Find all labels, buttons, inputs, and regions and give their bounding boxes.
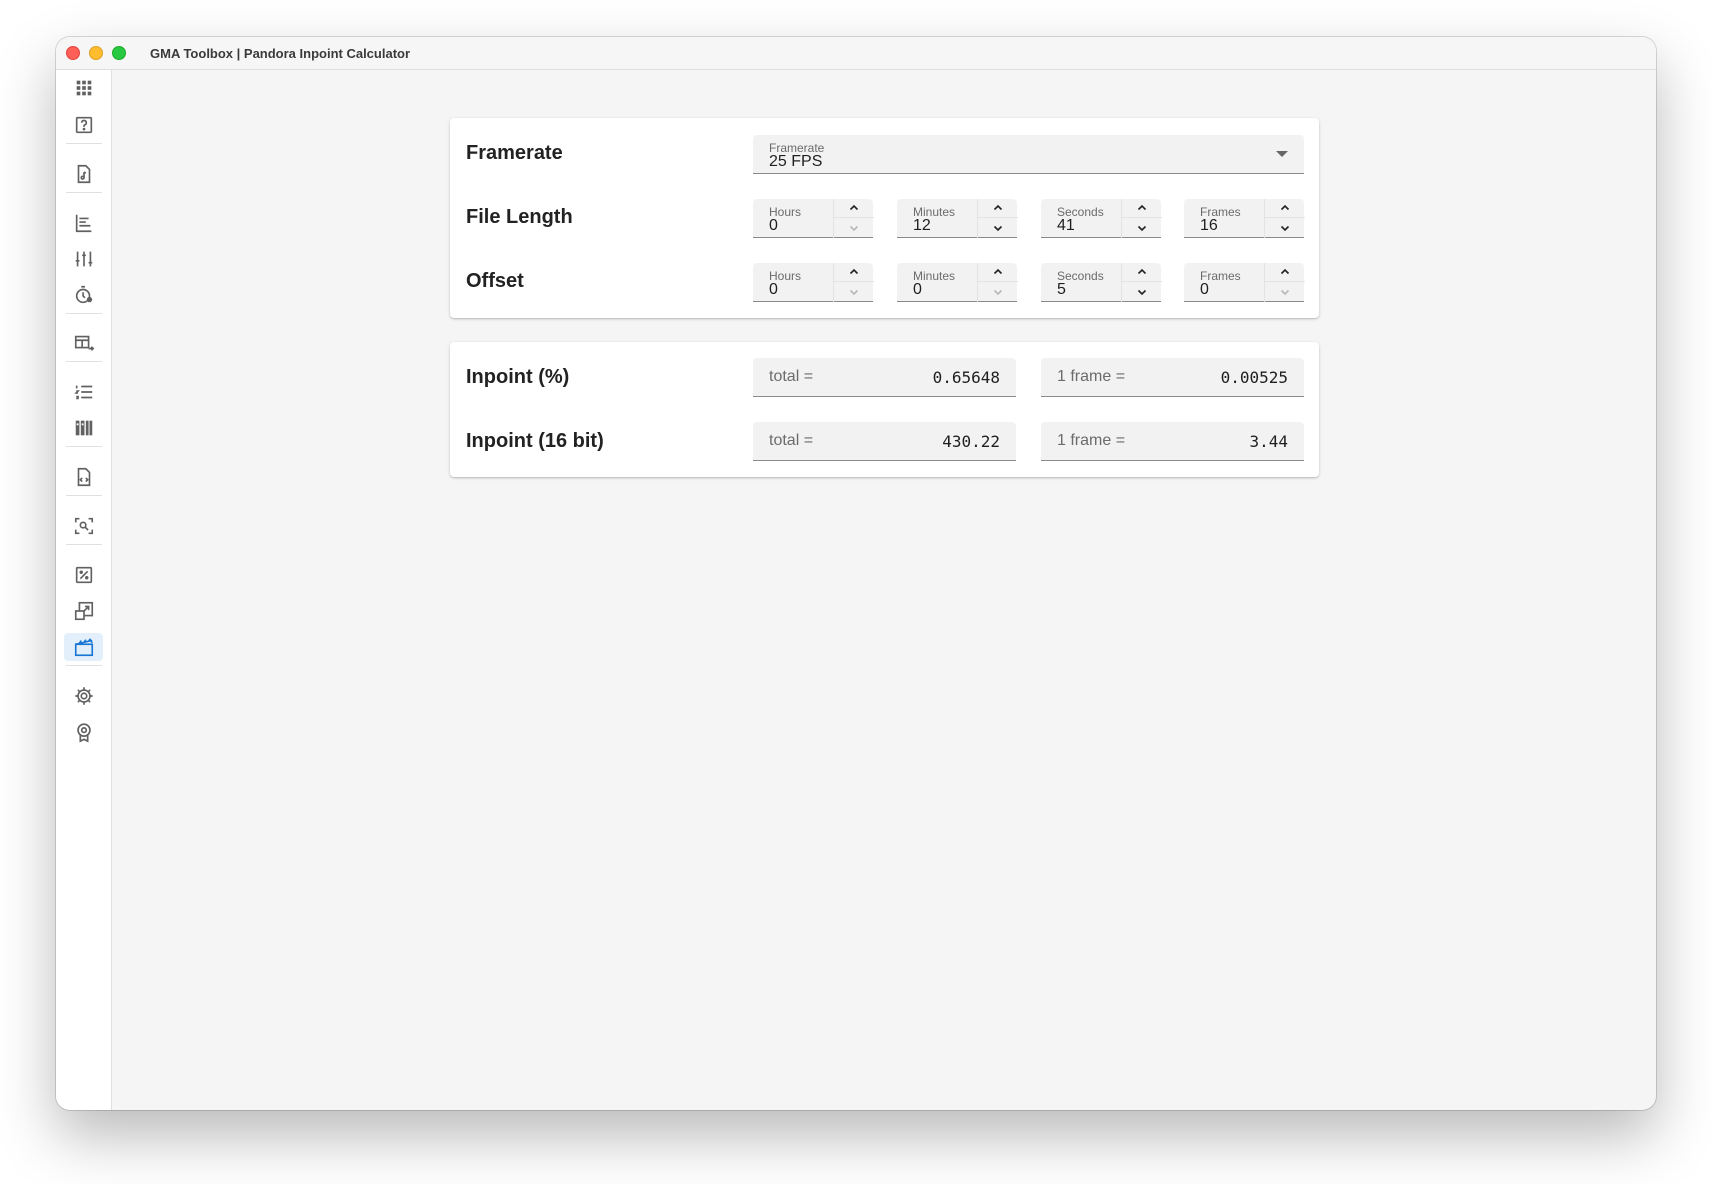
badge-icon[interactable]: [64, 718, 103, 746]
seconds-value[interactable]: 5: [1057, 281, 1066, 299]
align-left-bars-icon[interactable]: [64, 209, 103, 237]
frames-spinner: [1264, 263, 1305, 302]
framerate-select[interactable]: Framerate 25 FPS: [753, 135, 1304, 174]
offset-frames-field[interactable]: Frames 0: [1184, 263, 1305, 302]
total-prefix: total =: [769, 432, 814, 449]
decrement-icon[interactable]: [978, 218, 1018, 237]
frame-value: 0.00525: [1220, 368, 1288, 387]
close-window-button[interactable]: [66, 46, 80, 60]
increment-icon[interactable]: [1122, 199, 1162, 218]
file-length-row-label: File Length: [466, 206, 573, 228]
hours-value[interactable]: 0: [769, 281, 778, 299]
image-search-icon[interactable]: [64, 512, 103, 540]
hours-value[interactable]: 0: [769, 217, 778, 235]
decrement-icon[interactable]: [1265, 218, 1305, 237]
decrement-icon[interactable]: [834, 282, 874, 301]
increment-icon[interactable]: [978, 263, 1018, 282]
maximize-window-button[interactable]: [112, 46, 126, 60]
decrement-icon[interactable]: [834, 218, 874, 237]
decrement-icon[interactable]: [1122, 218, 1162, 237]
nav-divider: [66, 544, 102, 545]
percent-box-icon[interactable]: [64, 561, 103, 589]
timer-icon[interactable]: [64, 281, 103, 309]
file-length-hours-field[interactable]: Hours 0: [753, 199, 874, 238]
nav-divider: [66, 495, 102, 496]
total-value: 0.65648: [932, 368, 1000, 387]
inpoint-16bit-frame-field: 1 frame = 3.44: [1041, 422, 1304, 461]
settings-card: Framerate Framerate 25 FPS File Length H…: [450, 118, 1319, 318]
file-code-icon[interactable]: [64, 463, 103, 491]
seconds-value[interactable]: 41: [1057, 217, 1075, 235]
hours-spinner: [833, 199, 874, 238]
table-arrow-icon[interactable]: [64, 329, 103, 357]
frames-value[interactable]: 0: [1200, 281, 1209, 299]
total-value: 430.22: [942, 432, 1000, 451]
frame-prefix: 1 frame =: [1057, 432, 1126, 449]
increment-icon[interactable]: [1265, 263, 1305, 282]
minutes-spinner: [977, 263, 1018, 302]
total-prefix: total =: [769, 368, 814, 385]
increment-icon[interactable]: [978, 199, 1018, 218]
nav-divider: [66, 446, 102, 447]
nav-divider: [66, 192, 102, 193]
main-content: Framerate Framerate 25 FPS File Length H…: [112, 70, 1656, 1110]
app-window: GMA Toolbox | Pandora Inpoint Calculator: [56, 37, 1656, 1110]
increment-icon[interactable]: [834, 263, 874, 282]
decrement-icon[interactable]: [1122, 282, 1162, 301]
decrement-icon[interactable]: [978, 282, 1018, 301]
help-box-icon[interactable]: [64, 111, 103, 139]
decrement-icon[interactable]: [1265, 282, 1305, 301]
frames-spinner: [1264, 199, 1305, 238]
frames-value[interactable]: 16: [1200, 217, 1218, 235]
nav-divider: [66, 665, 102, 666]
window-controls: [66, 46, 126, 60]
inpoint-16bit-label: Inpoint (16 bit): [466, 430, 604, 452]
increment-icon[interactable]: [834, 199, 874, 218]
hours-spinner: [833, 263, 874, 302]
inpoint-percent-total-field: total = 0.65648: [753, 358, 1016, 397]
file-length-minutes-field[interactable]: Minutes 12: [897, 199, 1018, 238]
file-length-frames-field[interactable]: Frames 16: [1184, 199, 1305, 238]
offset-hours-field[interactable]: Hours 0: [753, 263, 874, 302]
inpoint-percent-label: Inpoint (%): [466, 366, 570, 388]
music-file-icon[interactable]: [64, 160, 103, 188]
frame-value: 3.44: [1249, 432, 1288, 451]
dropdown-arrow-icon[interactable]: [1276, 151, 1288, 157]
sliders-icon[interactable]: [64, 245, 103, 273]
results-card: Inpoint (%) total = 0.65648 1 frame = 0.…: [450, 342, 1319, 477]
file-length-seconds-field[interactable]: Seconds 41: [1041, 199, 1162, 238]
increment-icon[interactable]: [1265, 199, 1305, 218]
minutes-value[interactable]: 12: [913, 217, 931, 235]
minutes-value[interactable]: 0: [913, 281, 922, 299]
inpoint-percent-frame-field: 1 frame = 0.00525: [1041, 358, 1304, 397]
offset-minutes-field[interactable]: Minutes 0: [897, 263, 1018, 302]
nav-divider: [66, 143, 102, 144]
apps-grid-icon[interactable]: [64, 74, 103, 102]
nav-divider: [66, 313, 102, 314]
nav-divider: [66, 361, 102, 362]
increment-icon[interactable]: [1122, 263, 1162, 282]
inpoint-16bit-total-field: total = 430.22: [753, 422, 1016, 461]
minimize-window-button[interactable]: [89, 46, 103, 60]
title-bar: GMA Toolbox | Pandora Inpoint Calculator: [56, 37, 1656, 70]
framerate-row-label: Framerate: [466, 142, 563, 164]
minutes-spinner: [977, 199, 1018, 238]
sidebar: [56, 70, 112, 1110]
numbered-list-icon[interactable]: [64, 378, 103, 406]
seconds-spinner: [1121, 199, 1162, 238]
library-books-icon[interactable]: [64, 414, 103, 442]
frame-prefix: 1 frame =: [1057, 368, 1126, 385]
clapperboard-icon[interactable]: [64, 633, 103, 661]
framerate-value: 25 FPS: [769, 153, 823, 170]
gear-icon[interactable]: [64, 682, 103, 710]
resize-icon[interactable]: [64, 597, 103, 625]
seconds-spinner: [1121, 263, 1162, 302]
window-title: GMA Toolbox | Pandora Inpoint Calculator: [150, 45, 411, 61]
offset-row-label: Offset: [466, 270, 524, 292]
offset-seconds-field[interactable]: Seconds 5: [1041, 263, 1162, 302]
